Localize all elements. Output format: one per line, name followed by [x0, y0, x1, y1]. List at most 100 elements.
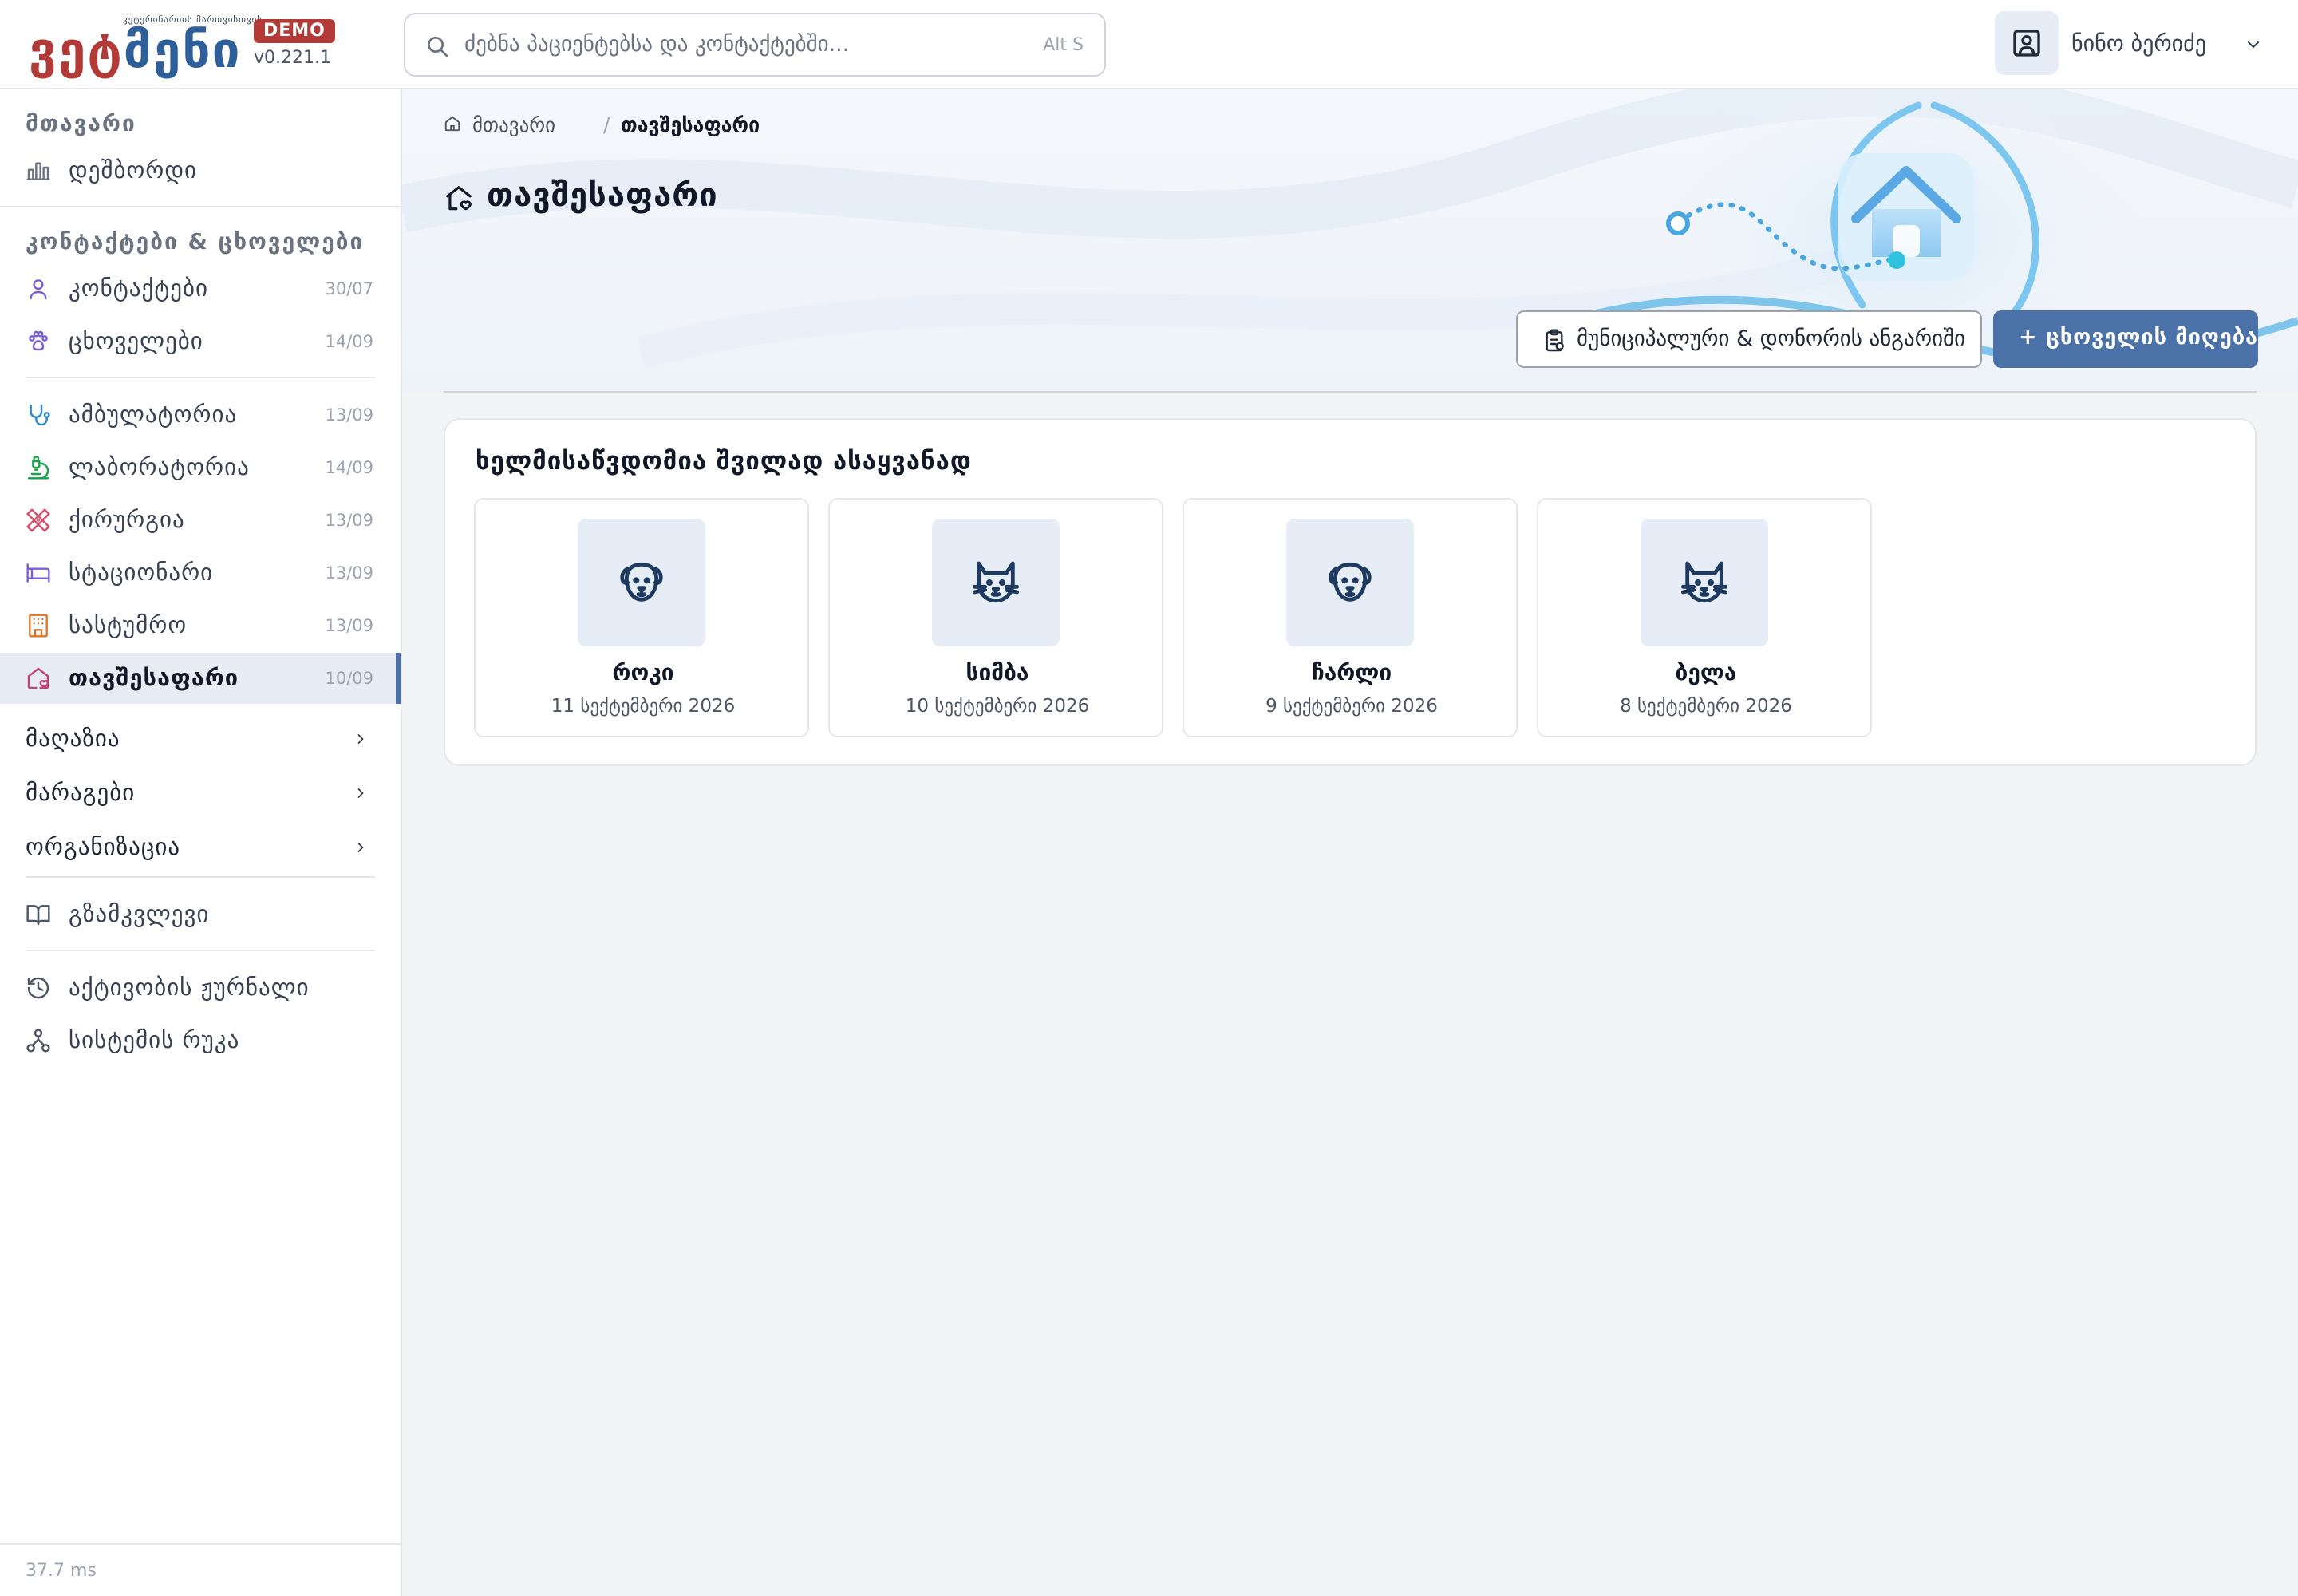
- search-input[interactable]: ძებნა პაციენტებსა და კონტაქტებში... Alt …: [404, 13, 1106, 77]
- app-version: v0.221.1: [254, 48, 331, 68]
- book-icon: [26, 905, 50, 926]
- animal-card[interactable]: ჩარლი 9 სექტემბერი 2026: [1183, 498, 1518, 737]
- sidebar-item-guide[interactable]: გზამკვლევი: [0, 889, 401, 940]
- person-icon: [30, 279, 47, 300]
- logo-wordmark-blue: მენი: [123, 21, 242, 79]
- sidebar-item-label: ლაბორატორია: [69, 453, 250, 480]
- animal-date: 11 სექტემბერი 2026: [551, 696, 736, 717]
- animal-thumbnail: [1641, 519, 1768, 646]
- demo-badge: DEMO: [254, 19, 335, 43]
- sidebar-item-count: 30/07: [325, 279, 373, 298]
- sidebar-item-count: 13/09: [325, 511, 373, 530]
- sidebar-divider: [0, 206, 401, 207]
- search-icon: [428, 37, 448, 57]
- sidebar-item-hotel[interactable]: სასტუმრო 13/09: [0, 600, 401, 651]
- sidebar-item-count: 14/09: [325, 332, 373, 351]
- sidebar-group-label: ორგანიზაცია: [26, 833, 181, 860]
- animal-card[interactable]: ბელა 8 სექტემბერი 2026: [1537, 498, 1872, 737]
- sidebar-item-count: 13/09: [325, 616, 373, 635]
- sidebar-group-shop[interactable]: მაღაზია: [0, 713, 401, 764]
- history-icon: [27, 977, 49, 999]
- home-icon[interactable]: [444, 115, 461, 132]
- sidebar-item-shelter[interactable]: თავშესაფარი 10/09: [0, 653, 401, 704]
- logo-wordmark-red: ვეტ: [29, 21, 124, 79]
- page-hero: მთავარი / თავშესაფარი თავშესაფარი მუნიცი…: [402, 89, 2298, 393]
- sidebar-item-activity-log[interactable]: აქტივობის ჟურნალი: [0, 962, 401, 1013]
- chevron-right-icon: [357, 843, 364, 852]
- report-button[interactable]: მუნიციპალური & დონორის ანგარიში: [1516, 310, 1982, 368]
- report-button-label: მუნიციპალური & დონორის ანგარიში: [1577, 326, 1966, 351]
- dog-icon: [620, 562, 663, 602]
- cat-icon: [1680, 561, 1728, 603]
- sidebar-divider: [26, 876, 375, 878]
- app-logo[interactable]: ვეტერინარიის მართვისთვის ვეტმენი DEMO v0…: [29, 14, 348, 78]
- animal-date: 9 სექტემბერი 2026: [1265, 696, 1438, 717]
- page-title-text: თავშესაფარი: [487, 177, 718, 214]
- sidebar-group-inventory[interactable]: მარაგები: [0, 768, 401, 819]
- sidebar-item-surgery[interactable]: ქირურგია 13/09: [0, 495, 401, 546]
- hero-divider: [444, 391, 2257, 393]
- sidebar-group-label: მარაგები: [26, 779, 136, 806]
- adoption-card: ხელმისაწვდომია შვილად ასაყვანად როკი 11 …: [444, 418, 2257, 766]
- animal-intake-button-label: + ცხოველის მიღება: [2019, 325, 2259, 350]
- sidebar-footer: 37.7 ms: [0, 1543, 401, 1596]
- bed-icon: [26, 563, 50, 583]
- chevron-right-icon: [357, 788, 364, 798]
- sidebar-item-contacts[interactable]: კონტაქტები 30/07: [0, 263, 401, 314]
- sidebar-item-label: აქტივობის ჟურნალი: [69, 974, 310, 1001]
- breadcrumb-separator: /: [603, 113, 610, 136]
- microscope-icon: [27, 456, 49, 480]
- animal-date: 10 სექტემბერი 2026: [905, 696, 1090, 717]
- sidebar-item-count: 10/09: [325, 669, 373, 688]
- sidebar-item-laboratory[interactable]: ლაბორატორია 14/09: [0, 442, 401, 493]
- sitemap-icon: [26, 1029, 50, 1053]
- sidebar-item-dashboard[interactable]: დეშბორდი: [0, 145, 401, 196]
- animal-thumbnail: [1286, 519, 1414, 646]
- logo-wordmark: ვეტმენი: [29, 22, 242, 78]
- animal-card[interactable]: სიმბა 10 სექტემბერი 2026: [828, 498, 1163, 737]
- bandage-icon: [26, 508, 50, 532]
- animal-intake-button[interactable]: + ცხოველის მიღება: [1993, 310, 2258, 368]
- sidebar-divider: [26, 950, 375, 951]
- chart-bar-icon: [26, 162, 50, 180]
- animal-date: 8 სექტემბერი 2026: [1620, 696, 1792, 717]
- sidebar-item-system-map[interactable]: სისტემის რუკა: [0, 1015, 401, 1066]
- animal-name: ჩარლი: [1311, 659, 1392, 685]
- sidebar: მთავარი დეშბორდი კონტაქტები & ცხოველები …: [0, 89, 402, 1596]
- sidebar-section-main: მთავარი: [26, 110, 136, 136]
- chevron-down-icon[interactable]: [2244, 35, 2263, 54]
- clipboard-report-icon: [1546, 329, 1564, 352]
- animal-thumbnail: [578, 519, 705, 646]
- user-menu[interactable]: ნინო ბერიძე: [1995, 11, 2266, 78]
- sidebar-item-count: 13/09: [325, 405, 373, 425]
- breadcrumb-current: თავშესაფარი: [621, 113, 760, 136]
- sidebar-item-label: დეშბორდი: [69, 156, 198, 184]
- sidebar-divider: [26, 377, 375, 378]
- sidebar-group-label: მაღაზია: [26, 725, 120, 752]
- sidebar-group-organization[interactable]: ორგანიზაცია: [0, 822, 401, 873]
- home-heart-icon: [446, 186, 472, 211]
- adoption-card-title: ხელმისაწვდომია შვილად ასაყვანად: [476, 447, 972, 476]
- sidebar-item-ambulatory[interactable]: ამბულატორია 13/09: [0, 389, 401, 440]
- sidebar-item-count: 13/09: [325, 563, 373, 583]
- top-bar: ვეტერინარიის მართვისთვის ვეტმენი DEMO v0…: [0, 0, 2298, 89]
- breadcrumb-link-home[interactable]: მთავარი: [472, 113, 555, 136]
- user-square-icon: [2013, 30, 2040, 57]
- animal-name: ბელა: [1675, 659, 1737, 685]
- animal-card[interactable]: როკი 11 სექტემბერი 2026: [474, 498, 809, 737]
- cat-icon: [972, 561, 1020, 603]
- sidebar-item-label: სასტუმრო: [69, 611, 188, 638]
- animal-thumbnail: [932, 519, 1060, 646]
- sidebar-item-label: თავშესაფარი: [69, 664, 239, 691]
- search-placeholder: ძებნა პაციენტებსა და კონტაქტებში...: [464, 32, 850, 57]
- sidebar-item-label: სტაციონარი: [69, 559, 214, 586]
- sidebar-item-inpatient[interactable]: სტაციონარი 13/09: [0, 547, 401, 598]
- animal-name: სიმბა: [965, 659, 1029, 685]
- sidebar-item-label: ამბულატორია: [69, 401, 238, 428]
- user-avatar[interactable]: [1995, 11, 2059, 75]
- sidebar-item-animals[interactable]: ცხოველები 14/09: [0, 316, 401, 367]
- animal-name: როკი: [612, 659, 674, 685]
- building-icon: [29, 614, 48, 638]
- stethoscope-icon: [30, 404, 50, 426]
- sidebar-item-label: გზამკვლევი: [69, 900, 210, 927]
